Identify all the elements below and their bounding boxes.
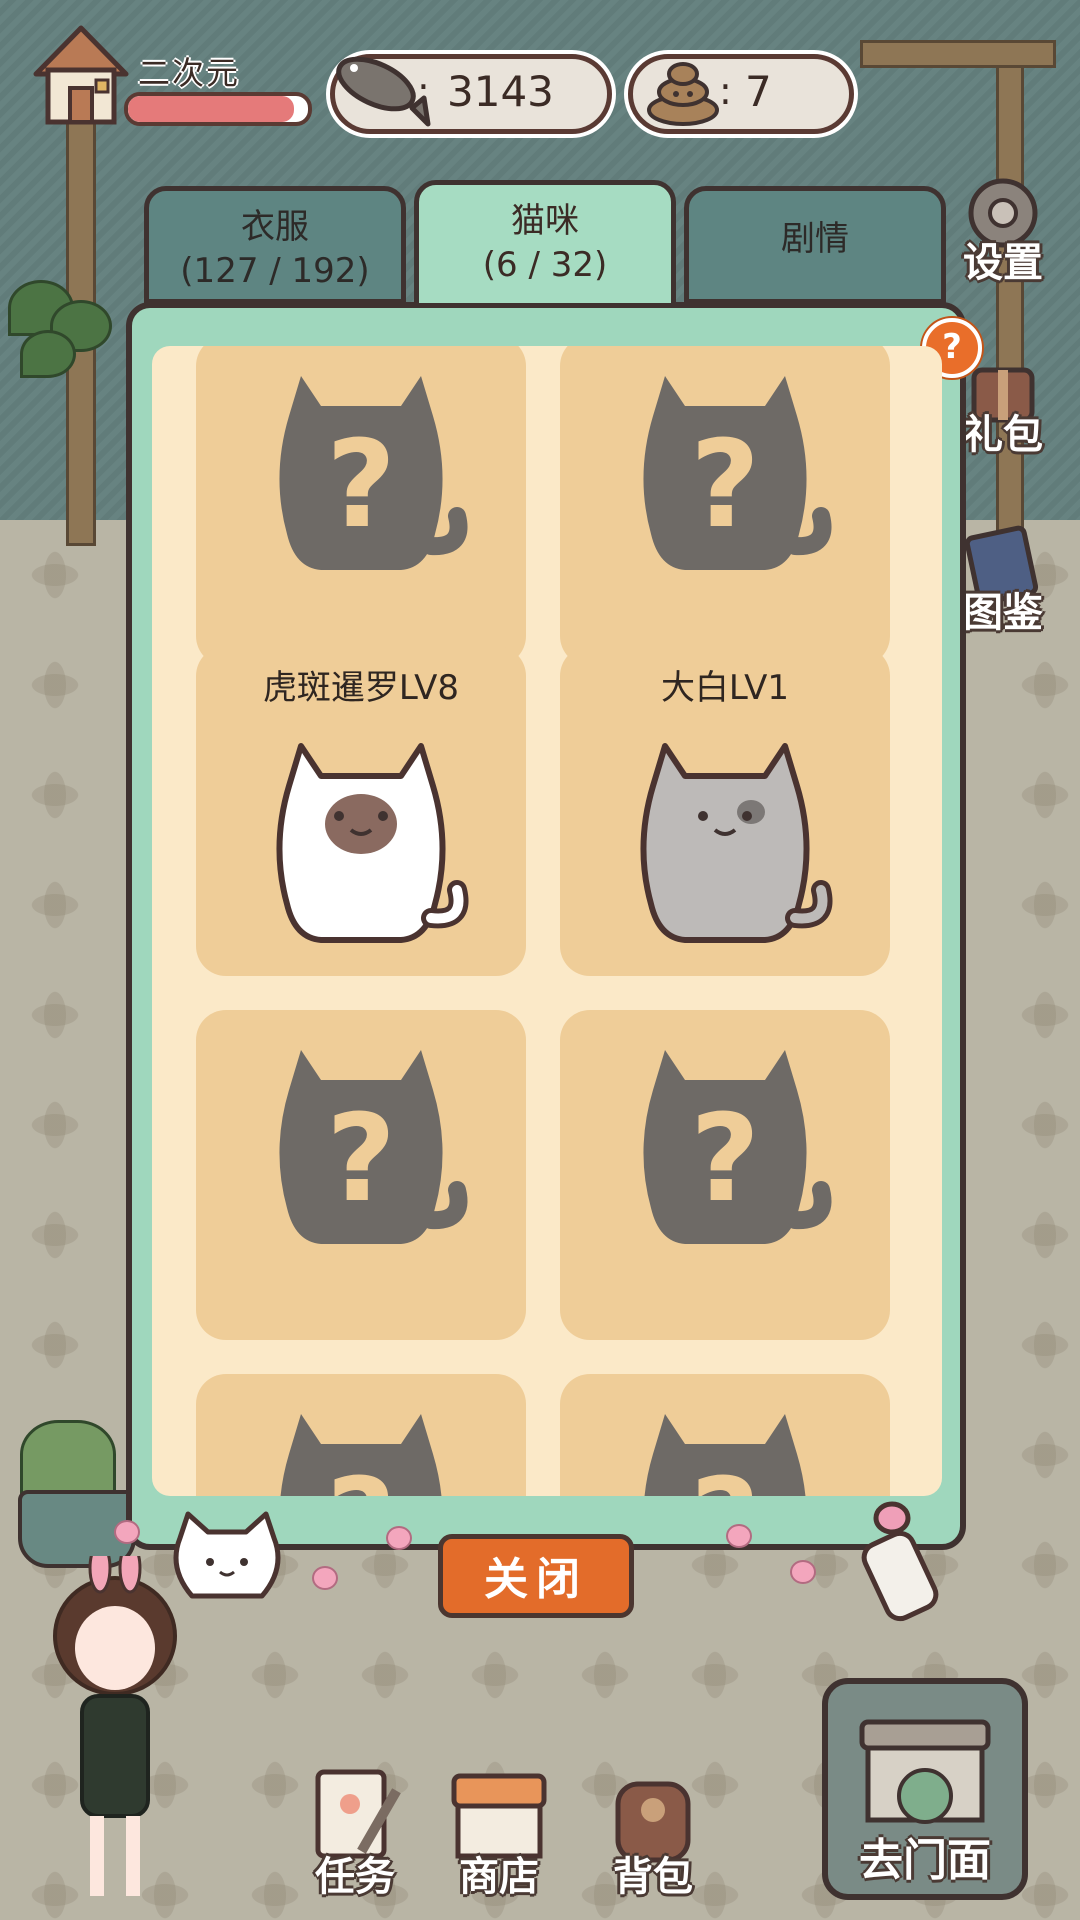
- paw-print-decoration: [720, 1514, 754, 1548]
- settings-label: 设置: [963, 240, 1043, 286]
- poop-value: 7: [745, 67, 772, 116]
- backpack-label: 背包: [613, 1854, 693, 1900]
- tab-clothes-label: 衣服: [241, 207, 309, 247]
- tab-cats-count: (6 / 32): [482, 245, 608, 285]
- locked-cat-card[interactable]: ?: [560, 346, 890, 666]
- tab-story[interactable]: 剧情: [684, 186, 946, 304]
- svg-text:?: ?: [690, 1090, 760, 1229]
- username: 二次元: [138, 54, 241, 92]
- milk-bottle-icon: [861, 1501, 939, 1622]
- cat-portrait-icon: [276, 743, 469, 943]
- svg-text:?: ?: [690, 1454, 760, 1496]
- svg-text:?: ?: [690, 416, 760, 555]
- shop-button[interactable]: 商店: [434, 1760, 564, 1910]
- fish-value: 3143: [447, 67, 554, 116]
- locked-cat-card[interactable]: ?: [196, 1374, 526, 1496]
- locked-cat-silhouette-icon: ?: [280, 1414, 442, 1496]
- backpack-button[interactable]: 背包: [588, 1760, 718, 1910]
- cat-card[interactable]: 大白LV1: [560, 646, 890, 976]
- task-button[interactable]: 任务: [290, 1760, 420, 1910]
- locked-cat-silhouette-icon: ?: [279, 376, 468, 570]
- svg-text:?: ?: [326, 1090, 396, 1229]
- close-button[interactable]: 关闭: [438, 1534, 634, 1618]
- storefront-label: 去门面: [859, 1835, 991, 1886]
- svg-text:?: ?: [326, 416, 396, 555]
- cat-name-label: 虎斑暹罗LV8: [262, 668, 460, 708]
- locked-cat-silhouette-icon: ?: [279, 1050, 468, 1244]
- paw-print-decoration: [784, 1550, 818, 1584]
- paw-print-decoration: [380, 1516, 414, 1550]
- task-label: 任务: [315, 1854, 395, 1900]
- player-avatar[interactable]: [30, 1556, 200, 1916]
- locked-cat-card[interactable]: ?: [560, 1374, 890, 1496]
- tab-clothes-count: (127 / 192): [180, 251, 370, 291]
- locked-cat-card[interactable]: ?: [560, 1010, 890, 1340]
- svg-text:?: ?: [326, 1454, 396, 1496]
- experience-bar-fill: [128, 96, 294, 122]
- tab-cats-label: 猫咪: [511, 201, 579, 241]
- locked-cat-card[interactable]: ?: [196, 346, 526, 666]
- paw-print-decoration: [306, 1556, 340, 1590]
- poop-icon: [647, 62, 719, 126]
- cat-list: ? ? 虎斑暹罗LV8 大白LV1 ? ? ? ?: [152, 346, 942, 1496]
- tab-story-label: 剧情: [781, 219, 849, 259]
- locked-cat-silhouette-icon: ?: [643, 1050, 832, 1244]
- locked-cat-silhouette-icon: ?: [643, 376, 832, 570]
- cat-portrait-icon: [640, 743, 833, 943]
- cat-name-label: 大白LV1: [660, 668, 790, 708]
- shop-label: 商店: [459, 1854, 539, 1900]
- locked-cat-silhouette-icon: ?: [644, 1414, 806, 1496]
- experience-bar: [124, 92, 312, 126]
- paw-print-decoration: [108, 1510, 142, 1544]
- cat-card[interactable]: 虎斑暹罗LV8: [196, 646, 526, 976]
- tab-cats[interactable]: 猫咪 (6 / 32): [414, 180, 676, 308]
- storefront-button[interactable]: 去门面: [822, 1678, 1028, 1900]
- house-icon[interactable]: [26, 22, 136, 130]
- fish-icon: [336, 56, 431, 127]
- locked-cat-card[interactable]: ?: [196, 1010, 526, 1340]
- tab-clothes[interactable]: 衣服 (127 / 192): [144, 186, 406, 304]
- settings-button[interactable]: 设置: [948, 168, 1058, 288]
